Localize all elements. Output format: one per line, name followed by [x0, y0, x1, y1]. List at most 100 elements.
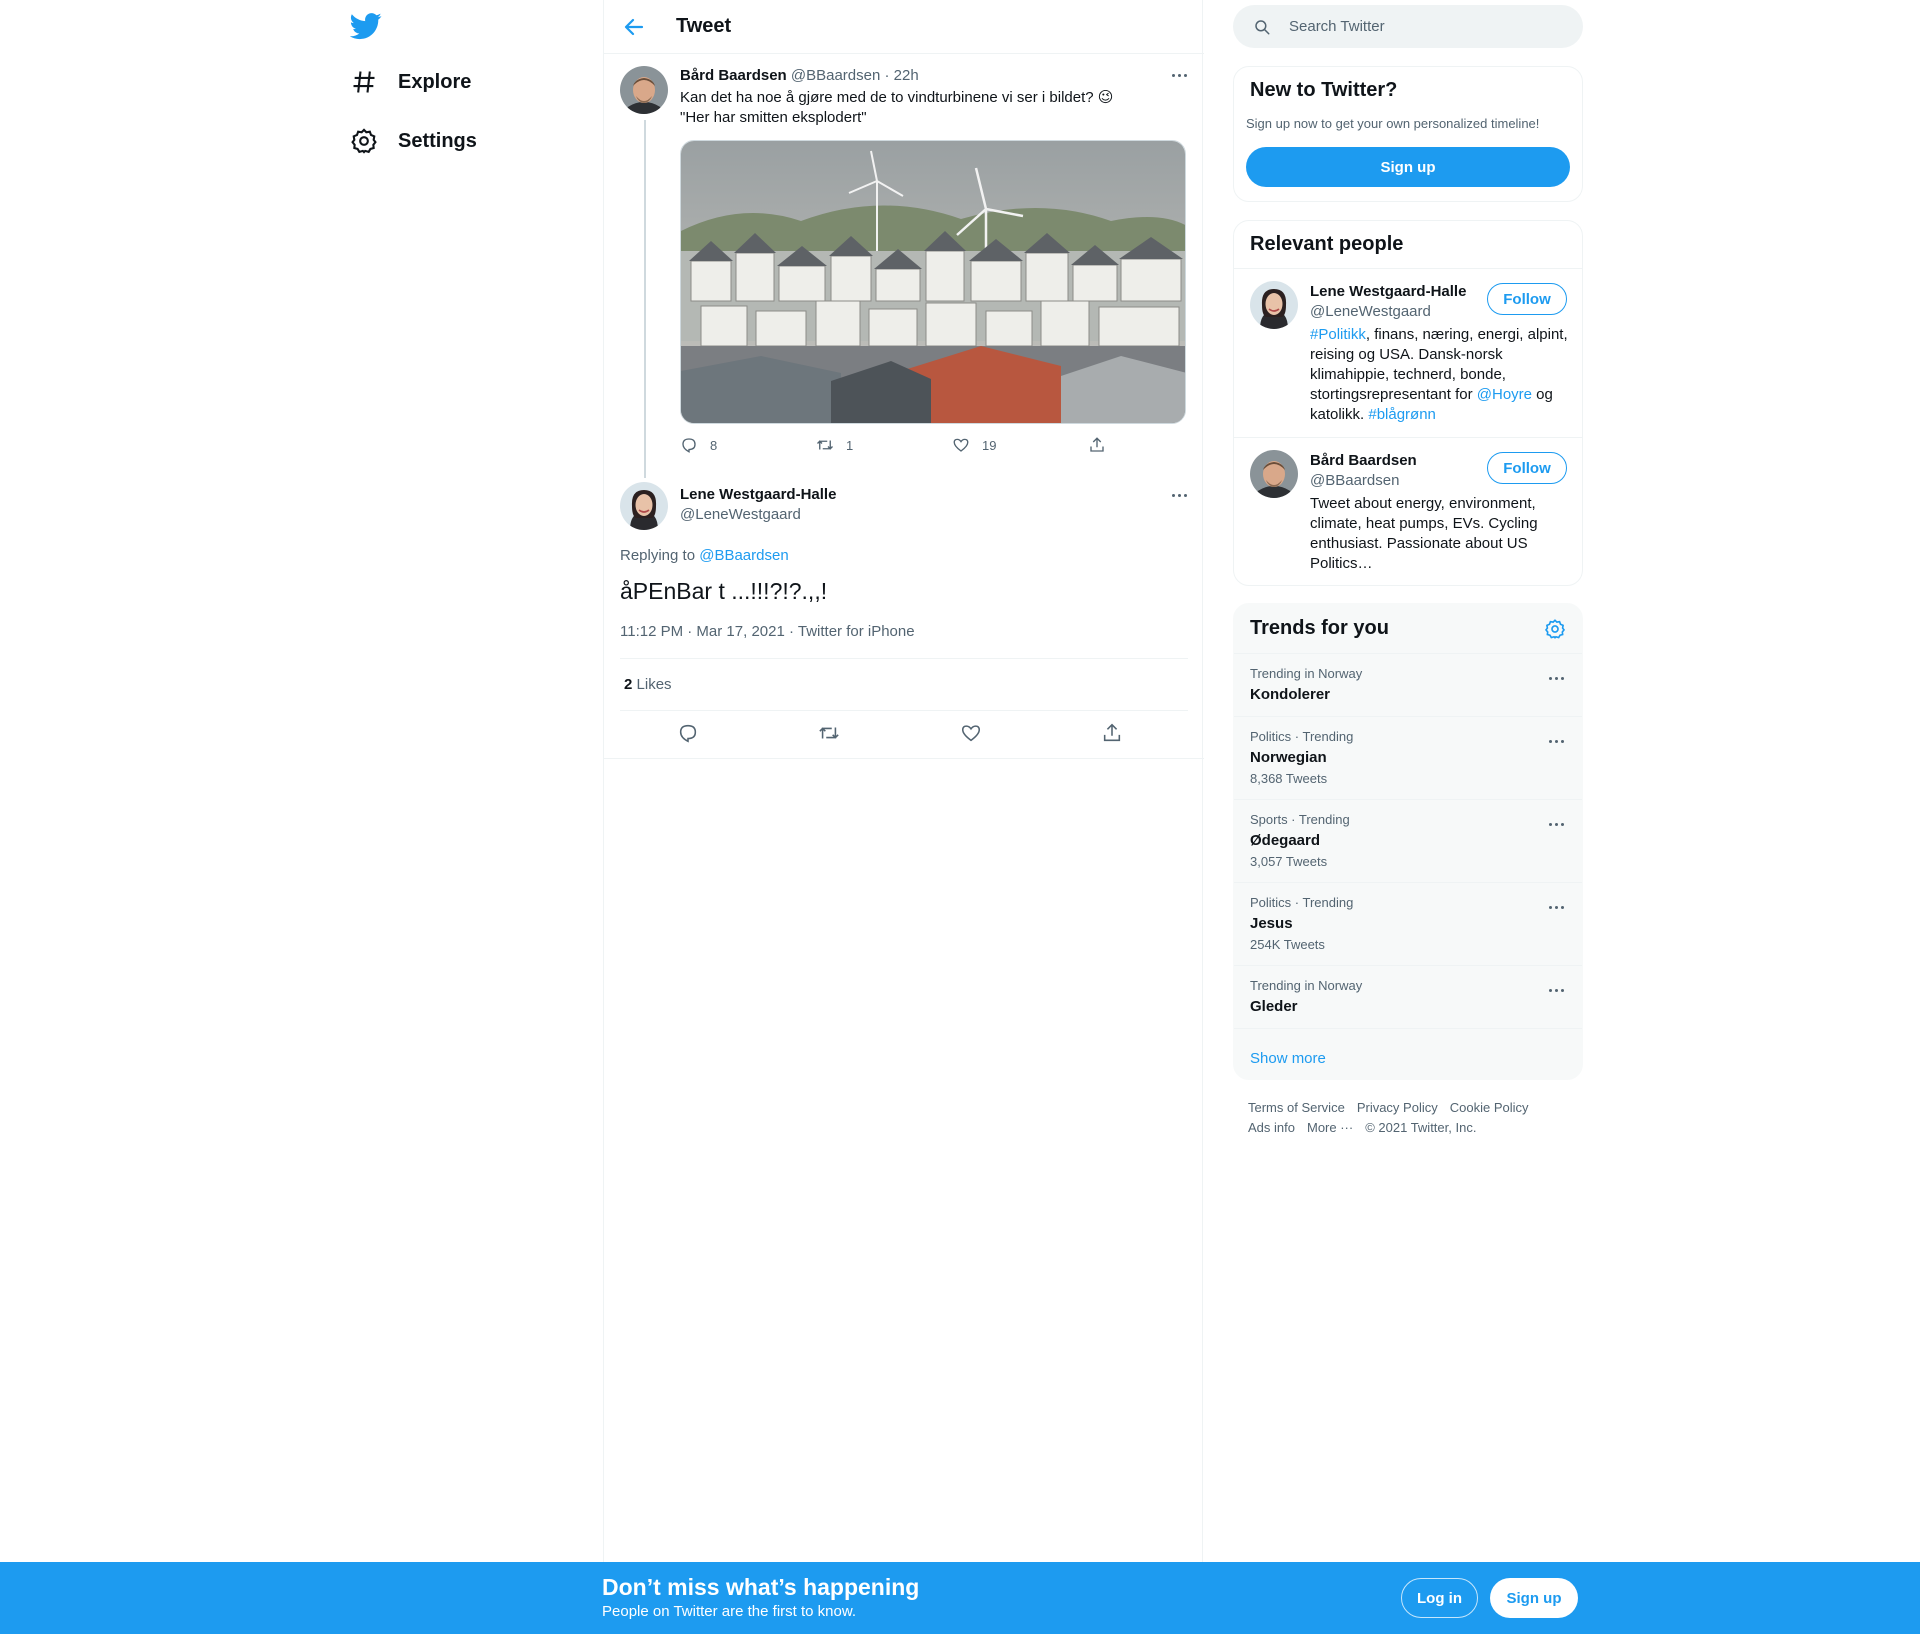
follow-button[interactable]: Follow [1487, 283, 1567, 315]
tweet-meta[interactable]: 11:12 PM · Mar 17, 2021 · Twitter for iP… [620, 623, 915, 640]
nav-explore[interactable]: Explore [350, 58, 471, 106]
avatar[interactable] [1250, 450, 1298, 498]
tweet-text: åPEnBar t ...!!!?!?.,,! [620, 578, 828, 604]
more-icon[interactable] [1165, 487, 1193, 503]
footer-link-more[interactable]: More ··· [1307, 1120, 1353, 1135]
relevant-people-card: Relevant people Lene Westgaard-Halle @Le… [1233, 220, 1583, 586]
author-name[interactable]: Bård Baardsen [680, 67, 787, 84]
search-input[interactable] [1289, 5, 1569, 48]
footer-link-cookie[interactable]: Cookie Policy [1450, 1100, 1529, 1115]
reply-icon [679, 724, 697, 743]
trend-item[interactable]: Politics · Trending Jesus 254K Tweets [1234, 883, 1582, 965]
trend-item[interactable]: Trending in Norway Gleder [1234, 966, 1582, 1028]
author-handle[interactable]: @LeneWestgaard [680, 506, 801, 523]
avatar[interactable] [620, 66, 668, 114]
replying-to: Replying to @BBaardsen [620, 547, 789, 564]
more-icon[interactable] [1542, 733, 1570, 749]
trend-context: Politics · Trending [1250, 895, 1354, 910]
trend-context: Sports · Trending [1250, 812, 1350, 827]
search-icon [1255, 20, 1270, 35]
tweet-text-line: "Her har smitten eksplodert" [680, 109, 867, 126]
like-button[interactable]: 19 [952, 436, 996, 454]
sign-up-button[interactable]: Sign up [1246, 147, 1570, 187]
card-subtitle: Sign up now to get your own personalized… [1246, 116, 1540, 131]
retweet-button[interactable]: 1 [816, 436, 853, 454]
more-icon[interactable] [1542, 670, 1570, 686]
header: Tweet [604, 0, 1204, 54]
hashtag-link[interactable]: #Politikk [1310, 326, 1366, 343]
sign-up-button[interactable]: Sign up [1490, 1578, 1578, 1618]
author-name[interactable]: Lene Westgaard-Halle [680, 486, 836, 503]
trend-item[interactable]: Politics · Trending Norwegian 8,368 Twee… [1234, 717, 1582, 799]
person-item[interactable]: Lene Westgaard-Halle @LeneWestgaard Foll… [1234, 269, 1582, 437]
trend-count: 254K Tweets [1250, 937, 1325, 952]
bottom-bar-subtitle: People on Twitter are the first to know. [602, 1603, 857, 1620]
show-more-link[interactable]: Show more [1250, 1050, 1326, 1067]
arrow-left-icon[interactable] [622, 15, 646, 39]
author-handle[interactable]: @BBaardsen [791, 67, 880, 84]
replying-to-link[interactable]: @BBaardsen [699, 547, 788, 564]
reply-button[interactable]: 8 [680, 436, 717, 454]
mention-link[interactable]: @Hoyre [1477, 386, 1532, 403]
reply-icon [682, 438, 696, 453]
trend-context: Trending in Norway [1250, 666, 1363, 681]
tweet-text-line: Kan det ha noe å gjøre med de to vindtur… [680, 89, 1114, 106]
trend-name: Kondolerer [1250, 686, 1331, 703]
trend-context: Politics · Trending [1250, 729, 1354, 744]
tweet-time[interactable]: · 22h [885, 67, 919, 84]
footer-link-terms[interactable]: Terms of Service [1248, 1100, 1345, 1115]
more-icon[interactable] [1542, 816, 1570, 832]
more-icon[interactable] [1542, 899, 1570, 915]
person-handle[interactable]: @BBaardsen [1310, 472, 1399, 489]
more-icon[interactable] [1165, 67, 1193, 83]
nav-settings[interactable]: Settings [350, 117, 477, 165]
person-bio: #Politikk, finans, næring, energi, alpin… [1310, 325, 1568, 425]
person-item[interactable]: Bård Baardsen @BBaardsen Follow Tweet ab… [1234, 438, 1582, 585]
log-in-button[interactable]: Log in [1401, 1578, 1478, 1618]
like-button[interactable] [960, 722, 986, 748]
bottom-bar: Don’t miss what’s happening People on Tw… [0, 1562, 1920, 1634]
divider [620, 710, 1188, 711]
person-name[interactable]: Lene Westgaard-Halle [1310, 283, 1466, 300]
card-title: New to Twitter? [1250, 79, 1398, 101]
thread-line [644, 120, 646, 478]
likes-label: Likes [636, 676, 672, 693]
avatar[interactable] [1250, 281, 1298, 329]
search-box[interactable] [1233, 5, 1583, 48]
avatar[interactable] [620, 482, 668, 530]
footer: Terms of Service Privacy Policy Cookie Pol… [1248, 1098, 1578, 1138]
twitter-bird-icon[interactable] [350, 10, 382, 42]
person-handle[interactable]: @LeneWestgaard [1310, 303, 1431, 320]
copyright: © 2021 Twitter, Inc. [1365, 1120, 1477, 1135]
tweet-image[interactable] [680, 140, 1186, 424]
trend-item[interactable]: Trending in Norway Kondolerer [1234, 654, 1582, 716]
likes-summary[interactable]: 2 Likes [624, 676, 672, 693]
heart-icon [961, 725, 981, 742]
more-icon[interactable] [1542, 982, 1570, 998]
retweet-count: 1 [846, 437, 854, 453]
trend-count: 8,368 Tweets [1250, 771, 1328, 786]
hashtag-icon [353, 71, 375, 93]
gear-icon[interactable] [1544, 618, 1566, 640]
footer-link-privacy[interactable]: Privacy Policy [1357, 1100, 1438, 1115]
divider [604, 758, 1204, 759]
reply-button[interactable] [677, 722, 703, 748]
tweet-actions: 8 1 19 [680, 436, 1120, 458]
tweet-text: Kan det ha noe å gjøre med de to vindtur… [680, 88, 1180, 128]
trend-name: Ødegaard [1250, 832, 1321, 849]
footer-link-ads[interactable]: Ads info [1248, 1120, 1295, 1135]
share-button[interactable] [1101, 722, 1127, 748]
retweet-button[interactable] [818, 722, 844, 748]
hashtag-link[interactable]: #blågrønn [1368, 406, 1436, 423]
person-name[interactable]: Bård Baardsen [1310, 452, 1417, 469]
follow-button[interactable]: Follow [1487, 452, 1567, 484]
tweet-header: Bård Baardsen @BBaardsen · 22h [680, 67, 919, 84]
share-button[interactable] [1088, 436, 1106, 454]
retweet-icon [817, 440, 833, 450]
nav-settings-label: Settings [398, 129, 477, 152]
replying-prefix: Replying to [620, 547, 696, 564]
trend-item[interactable]: Sports · Trending Ødegaard 3,057 Tweets [1234, 800, 1582, 882]
tweet-actions [620, 722, 1188, 748]
retweet-icon [819, 727, 839, 739]
like-count: 19 [982, 437, 997, 453]
